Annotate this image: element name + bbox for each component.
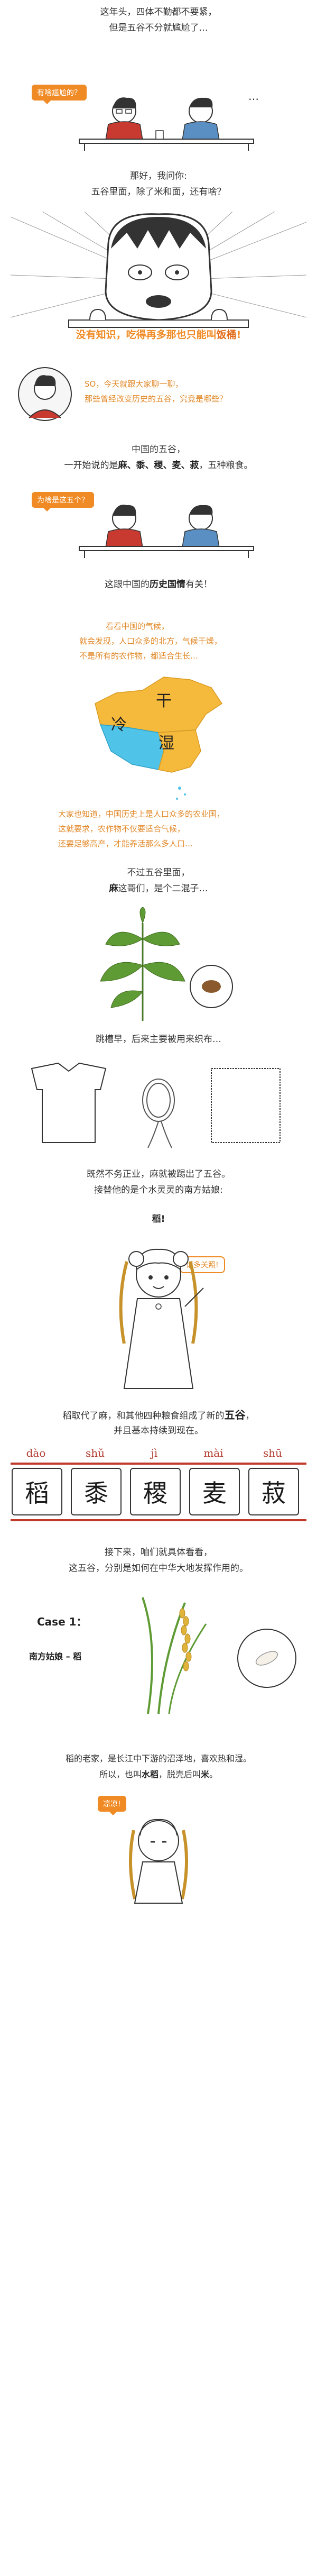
hemp-line-1: 不过五谷里面， <box>127 867 190 878</box>
shout-prefix: 没有知识，吃得再多那也只能叫 <box>76 329 217 341</box>
grain-char-box: 稷 <box>130 1468 181 1515</box>
five-grains-line-2: 一开始说的是麻、黍、稷、麦、菽，五种粮食。 <box>0 458 317 473</box>
two-people-table-illustration <box>79 97 254 151</box>
grain-char-box: 稻 <box>12 1468 62 1515</box>
shout-caption: 没有知识，吃得再多那也只能叫饭桶! <box>0 327 317 341</box>
five-grains-prefix: 一开始说的是 <box>64 460 118 471</box>
rice-home-line-1: 稻的老家，是长江中下游的沼泽地，喜欢热和湿。 <box>65 1753 251 1764</box>
grain-char-box: 黍 <box>71 1468 122 1515</box>
rice-home-prefix: 所以，也叫 <box>99 1769 142 1779</box>
replace-suffix: ， <box>245 1411 255 1421</box>
hemp-plant-illustration <box>100 907 233 1021</box>
narrator-avatar <box>18 367 72 421</box>
ask-line-1: 那好，我问你: <box>130 171 187 181</box>
history-highlight: 历史国情 <box>150 579 185 590</box>
map-label-shi: 湿 <box>158 734 174 753</box>
grain-row: dào shǔ jì mài shū 稻 黍 稷 麦 菽 <box>0 1447 317 1515</box>
history-prefix: 这跟中国的 <box>105 579 150 590</box>
case-subtitle: 南方姑娘 – 稻 <box>29 1651 82 1661</box>
intro-line-2: 但是五谷不分就尴尬了… <box>109 23 208 33</box>
grain-pinyin: dào <box>26 1447 46 1459</box>
replace-line-2: 并且基本持续到现在。 <box>114 1426 203 1436</box>
grain-pinyin: mài <box>203 1447 223 1459</box>
hemp-bold: 麻 <box>109 883 118 894</box>
next-line-1: 接下来，咱们就具体看看， <box>105 1547 212 1558</box>
map-label-gan: 干 <box>156 692 172 710</box>
shout-suffix: ! <box>236 329 241 341</box>
intro-line-1: 这年头，四体不勤都不要紧， <box>100 7 217 17</box>
history-suffix: 有关！ <box>185 579 212 590</box>
shout-highlight: 饭桶 <box>216 329 237 341</box>
hemp-use-text: 跳槽早，后来主要被用来织布… <box>96 1034 221 1045</box>
ask-line-2: 五谷里面，除了米和面，还有啥？ <box>91 187 226 197</box>
five-grains-list: 麻、黍、稷、麦、菽 <box>118 460 199 471</box>
grain-pinyin: jì <box>151 1447 158 1459</box>
two-people-table-illustration-2 <box>79 505 254 558</box>
agri-line-3: 还要足够高产，才能养活那么多人口… <box>58 839 193 848</box>
hemp-line-2: 麻这哥们，是个二混子… <box>0 881 317 897</box>
narrator-line-2: 那些曾经改变历史的五谷，究竟是哪些？ <box>85 394 228 404</box>
rice-home-suffix: 。 <box>209 1769 218 1779</box>
climate-line-2: 就会发现，人口众多的北方，气候干燥， <box>79 636 222 646</box>
rice-home-mid: ，脱壳后叫 <box>158 1769 201 1779</box>
rice-home-bold-1: 水稻 <box>141 1769 158 1779</box>
rice-intro-line-2: 接替他的是个水灵灵的南方姑娘: <box>94 1185 223 1195</box>
agri-line-2: 这就要求，农作物不仅要适合气候， <box>58 824 185 834</box>
rice-girl-illustration <box>119 1248 204 1389</box>
replace-line-1: 稻取代了麻，和其他四种粮食组成了新的五谷， <box>0 1407 317 1424</box>
grain-stripe-bottom <box>11 1519 306 1521</box>
rice-girl-small-illustration <box>129 1819 188 1904</box>
narrator-line-1: SO，今天就跟大家聊一聊， <box>85 379 183 389</box>
climate-line-1: 看看中国的气候， <box>106 622 170 631</box>
next-line-2: 这五谷，分别是如何在中华大地发挥作用的。 <box>69 1563 248 1574</box>
grain-pinyin: shǔ <box>85 1447 105 1459</box>
hemp-textiles-illustration <box>31 1062 281 1148</box>
case-title: Case 1： <box>37 1615 87 1628</box>
rice-plant-illustration <box>142 1597 296 1714</box>
rice-intro-line-1: 既然不务正业，麻就被踢出了五谷。 <box>87 1169 230 1180</box>
rice-home-bold-2: 米 <box>201 1769 210 1779</box>
grain-pinyin: shū <box>263 1447 283 1459</box>
climate-line-3: 不是所有的农作物，都适合生长… <box>79 651 199 661</box>
agri-line-1: 大家也知道，中国历史上是人口众多的农业国， <box>58 809 225 819</box>
rice-home-line-2: 所以，也叫水稻，脱壳后叫米。 <box>0 1767 317 1783</box>
grain-char-box: 麦 <box>189 1468 240 1515</box>
rice-intro-line-3: 稻! <box>152 1214 165 1225</box>
map-label-leng: 冷 <box>111 716 127 734</box>
five-grains-suffix: ，五种粮食。 <box>199 460 253 471</box>
replace-bold: 五谷 <box>224 1409 246 1421</box>
replace-prefix: 稻取代了麻，和其他四种粮食组成了新的 <box>62 1411 225 1421</box>
grain-char-box: 菽 <box>248 1468 299 1515</box>
history-line: 这跟中国的历史国情有关！ <box>0 577 317 592</box>
hemp-rest: 这哥们，是个二混子… <box>118 883 208 894</box>
five-grains-line-1: 中国的五谷， <box>132 444 185 455</box>
